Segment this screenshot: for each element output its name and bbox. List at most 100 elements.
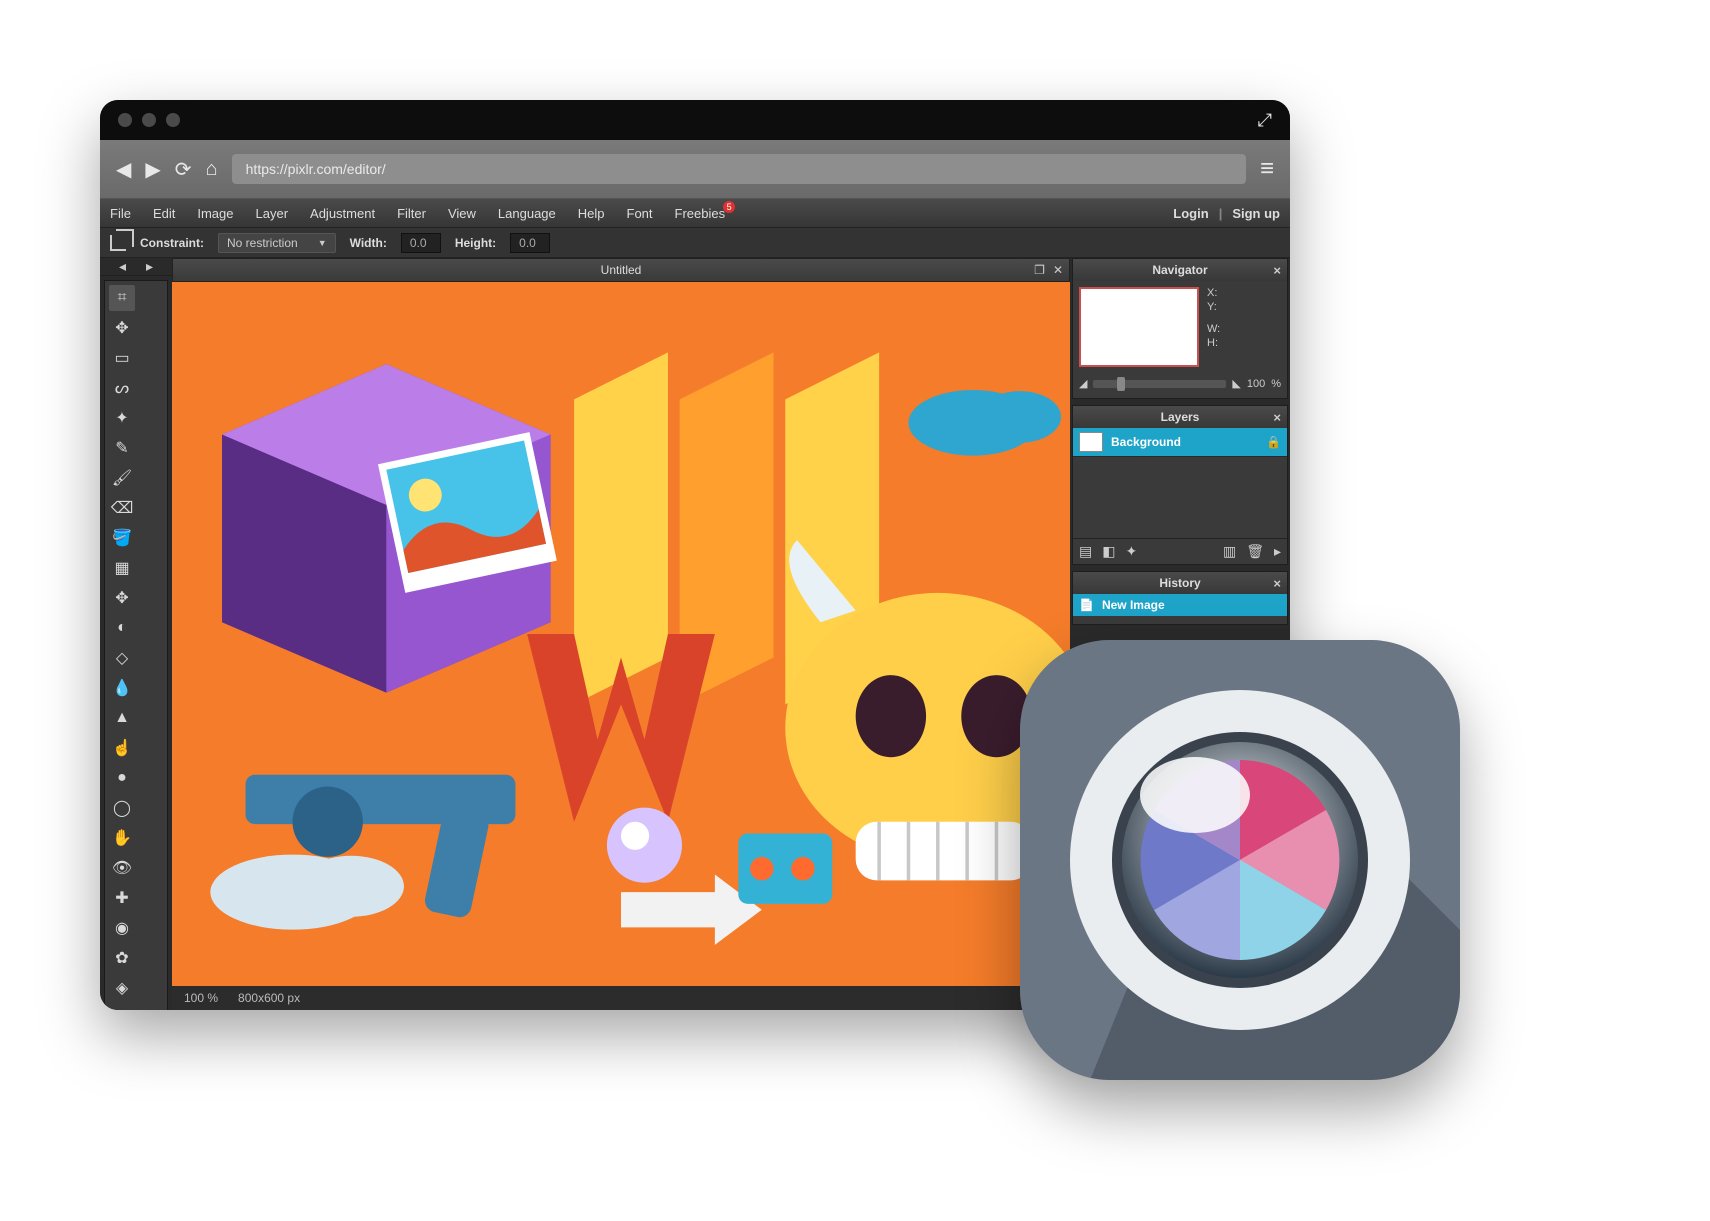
sponge-tool[interactable]: ● — [109, 765, 135, 791]
paint-bucket-tool[interactable]: 🪣 — [109, 525, 135, 551]
layers-header: Layers × — [1073, 406, 1287, 428]
canvas-restore-icon[interactable]: ❐ — [1034, 263, 1045, 277]
home-button[interactable]: ⌂ — [206, 158, 218, 181]
panel-close-icon[interactable]: × — [1273, 263, 1281, 278]
zoom-out-icon[interactable]: ◢ — [1079, 377, 1087, 390]
zoom-value: 100 % — [184, 991, 218, 1005]
wand-tool[interactable]: ✦ — [109, 405, 135, 431]
history-panel: History × 📄 New Image — [1072, 571, 1288, 625]
layer-row[interactable]: Background 🔒 — [1073, 428, 1287, 457]
blur-tool[interactable]: 💧 — [109, 675, 135, 701]
colorpicker-tool[interactable]: ◈ — [109, 975, 135, 1001]
sharpen-tool[interactable]: ▲ — [109, 705, 135, 731]
browser-menu-icon[interactable]: ≡ — [1260, 155, 1274, 183]
bloat-tool[interactable]: ◉ — [109, 915, 135, 941]
fullscreen-icon[interactable]: ⤢ — [1258, 110, 1272, 131]
height-label: Height: — [455, 236, 496, 250]
menu-image[interactable]: Image — [197, 206, 233, 221]
freebies-badge: 5 — [723, 201, 735, 213]
layer-menu-icon[interactable]: ▸ — [1274, 543, 1281, 560]
clone-stamp-tool[interactable]: ✥ — [109, 585, 135, 611]
delete-layer-icon[interactable]: 🗑 — [1246, 543, 1264, 560]
red-eye-tool[interactable]: 👁 — [109, 855, 135, 881]
window-maximize-button[interactable] — [166, 113, 180, 127]
lasso-tool[interactable]: ᔕ — [109, 375, 135, 401]
burn-tool[interactable]: ✋ — [109, 825, 135, 851]
window-minimize-button[interactable] — [142, 113, 156, 127]
address-url: https://pixlr.com/editor/ — [246, 161, 386, 177]
zoom-slider[interactable] — [1093, 380, 1226, 388]
color-replace-tool[interactable]: ◐ — [109, 615, 135, 641]
layers-body: Background 🔒 — [1073, 428, 1287, 538]
gradient-tool[interactable]: ▦ — [109, 555, 135, 581]
constraint-select[interactable]: No restriction ▼ — [218, 233, 336, 253]
app-menubar: File Edit Image Layer Adjustment Filter … — [100, 198, 1290, 228]
menu-edit[interactable]: Edit — [153, 206, 175, 221]
pinch-tool[interactable]: ✿ — [109, 945, 135, 971]
window-close-button[interactable] — [118, 113, 132, 127]
smudge-tool[interactable]: ☝ — [109, 735, 135, 761]
menu-adjustment[interactable]: Adjustment — [310, 206, 375, 221]
canvas-title: Untitled — [601, 263, 642, 277]
back-button[interactable]: ◀ — [116, 157, 131, 182]
login-link[interactable]: Login — [1173, 206, 1208, 221]
document-tabs: ◂ ▸ — [100, 258, 172, 276]
marquee-tool[interactable]: ▭ — [109, 345, 135, 371]
history-body: 📄 New Image — [1073, 594, 1287, 624]
height-field[interactable]: 0.0 — [510, 233, 550, 253]
layer-mask-icon[interactable]: ◧ — [1102, 543, 1115, 560]
layers-footer: ▤ ◧ ✦ ▥ 🗑 ▸ — [1073, 538, 1287, 564]
crop-tool[interactable]: ⌗ — [109, 285, 135, 311]
auth-separator: | — [1219, 206, 1223, 221]
history-row[interactable]: 📄 New Image — [1073, 594, 1287, 616]
width-field[interactable]: 0.0 — [401, 233, 441, 253]
new-layer-icon[interactable]: ▥ — [1223, 543, 1236, 560]
address-bar[interactable]: https://pixlr.com/editor/ — [232, 154, 1246, 184]
layer-name: Background — [1111, 435, 1181, 449]
zoom-in-icon[interactable]: ◣ — [1232, 377, 1240, 390]
layer-opacity-icon[interactable]: ▤ — [1079, 543, 1092, 560]
reload-button[interactable]: ⟳ — [175, 157, 192, 182]
constraint-label: Constraint: — [140, 236, 204, 250]
options-bar: Constraint: No restriction ▼ Width: 0.0 … — [100, 228, 1290, 258]
lock-icon[interactable]: 🔒 — [1266, 435, 1281, 449]
forward-button[interactable]: ▶ — [145, 157, 160, 182]
spot-heal-tool[interactable]: ✚ — [109, 885, 135, 911]
window-controls — [118, 113, 180, 127]
move-tool[interactable]: ✥ — [109, 315, 135, 341]
canvas[interactable] — [172, 282, 1070, 986]
panel-close-icon[interactable]: × — [1273, 410, 1281, 425]
canvas-dimensions: 800x600 px — [238, 991, 300, 1005]
canvas-close-icon[interactable]: ✕ — [1053, 263, 1063, 277]
dodge-tool[interactable]: ◯ — [109, 795, 135, 821]
width-label: Width: — [350, 236, 387, 250]
menu-file[interactable]: File — [110, 206, 131, 221]
canvas-area: Untitled ❐ ✕ — [172, 258, 1070, 1010]
layer-styles-icon[interactable]: ✦ — [1125, 543, 1137, 560]
menu-font[interactable]: Font — [627, 206, 653, 221]
menu-left: File Edit Image Layer Adjustment Filter … — [110, 206, 725, 221]
navigator-zoom: ◢ ◣ 100 % — [1073, 373, 1287, 398]
pencil-tool[interactable]: ✎ — [109, 435, 135, 461]
next-tab-icon[interactable]: ▸ — [146, 258, 153, 275]
panel-close-icon[interactable]: × — [1273, 576, 1281, 591]
brush-tool[interactable]: 🖌 — [109, 465, 135, 491]
menu-filter[interactable]: Filter — [397, 206, 426, 221]
menu-help[interactable]: Help — [578, 206, 605, 221]
type-tool[interactable]: A — [109, 1005, 135, 1010]
layers-panel: Layers × Background 🔒 ▤ ◧ ✦ ▥ 🗑 — [1072, 405, 1288, 565]
canvas-titlebar: Untitled ❐ ✕ — [172, 258, 1070, 282]
crop-icon[interactable] — [110, 235, 126, 251]
eraser-tool[interactable]: ⌫ — [109, 495, 135, 521]
menu-right: Login | Sign up — [1173, 206, 1280, 221]
navigator-preview[interactable] — [1079, 287, 1199, 367]
signup-link[interactable]: Sign up — [1232, 206, 1280, 221]
drawing-tool[interactable]: ◇ — [109, 645, 135, 671]
menu-freebies[interactable]: Freebies 5 — [675, 206, 726, 221]
menu-view[interactable]: View — [448, 206, 476, 221]
menu-layer[interactable]: Layer — [256, 206, 289, 221]
prev-tab-icon[interactable]: ◂ — [119, 258, 126, 275]
history-label: New Image — [1102, 598, 1165, 612]
menu-language[interactable]: Language — [498, 206, 556, 221]
pixlr-app-icon — [1020, 640, 1460, 1080]
